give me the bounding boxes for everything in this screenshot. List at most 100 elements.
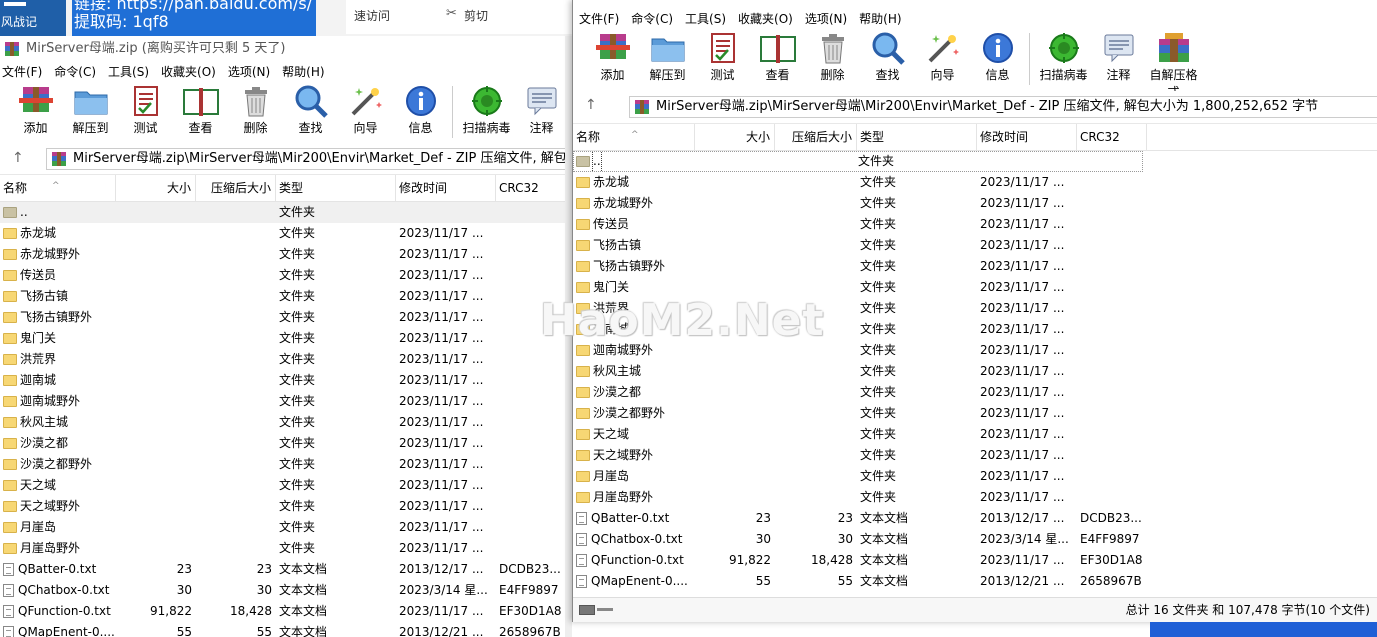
folder-row[interactable]: 月崖岛野外 文件夹 2023/11/17 ... bbox=[0, 538, 572, 559]
folder-row[interactable]: 沙漠之都 文件夹 2023/11/17 ... bbox=[573, 382, 1377, 403]
menu-help[interactable]: 帮助(H) bbox=[280, 62, 330, 82]
toolbar-test-button[interactable]: 测试 bbox=[695, 29, 750, 83]
folder-row[interactable]: 沙漠之都 文件夹 2023/11/17 ... bbox=[0, 433, 572, 454]
cell-modified: 2023/11/17 ... bbox=[399, 352, 484, 366]
cell-modified: 2023/11/17 ... bbox=[980, 238, 1065, 252]
menu-tools[interactable]: 工具(S) bbox=[683, 9, 732, 29]
folder-row[interactable]: .. 文件夹 bbox=[573, 151, 1143, 172]
file-row[interactable]: QMapEnent-0.... 55 55 文本文档 2013/12/21 ... 265… bbox=[0, 622, 572, 637]
toolbar-scan-button[interactable]: 扫描病毒 bbox=[1036, 29, 1091, 83]
folder-row[interactable]: 传送员 文件夹 2023/11/17 ... bbox=[573, 214, 1377, 235]
folder-row[interactable]: 月崖岛 文件夹 2023/11/17 ... bbox=[573, 466, 1377, 487]
toolbar-find-button[interactable]: 查找 bbox=[283, 82, 338, 136]
folder-row[interactable]: 沙漠之都野外 文件夹 2023/11/17 ... bbox=[573, 403, 1377, 424]
folder-row[interactable]: 赤龙城野外 文件夹 2023/11/17 ... bbox=[573, 193, 1377, 214]
col-modified[interactable]: 修改时间 bbox=[977, 124, 1077, 150]
folder-row[interactable]: 飞扬古镇 文件夹 2023/11/17 ... bbox=[573, 235, 1377, 256]
menu-command[interactable]: 命令(C) bbox=[629, 9, 679, 29]
file-row[interactable]: QChatbox-0.txt 30 30 文本文档 2023/3/14 星... E4FF… bbox=[0, 580, 572, 601]
menu-favorites[interactable]: 收藏夹(O) bbox=[159, 62, 222, 82]
folder-row[interactable]: 秋风主城 文件夹 2023/11/17 ... bbox=[0, 412, 572, 433]
toolbar-view-button[interactable]: 查看 bbox=[750, 29, 805, 83]
menu-file[interactable]: 文件(F) bbox=[577, 9, 625, 29]
cell-name-label: QBatter-0.txt bbox=[591, 511, 670, 525]
menu-file[interactable]: 文件(F) bbox=[0, 62, 48, 82]
toolbar-delete-button[interactable]: 删除 bbox=[805, 29, 860, 83]
folder-row[interactable]: 月崖岛 文件夹 2023/11/17 ... bbox=[0, 517, 572, 538]
folder-row[interactable]: 洪荒界 文件夹 2023/11/17 ... bbox=[0, 349, 572, 370]
folder-row[interactable]: 传送员 文件夹 2023/11/17 ... bbox=[0, 265, 572, 286]
toolbar-add-button[interactable]: 添加 bbox=[8, 82, 63, 136]
folder-row[interactable]: 天之域 文件夹 2023/11/17 ... bbox=[0, 475, 572, 496]
file-row[interactable]: QFunction-0.txt 91,822 18,428 文本文档 2023/11/1… bbox=[573, 550, 1377, 571]
menu-command[interactable]: 命令(C) bbox=[52, 62, 102, 82]
folder-row[interactable]: 飞扬古镇野外 文件夹 2023/11/17 ... bbox=[573, 256, 1377, 277]
col-type[interactable]: 类型 bbox=[857, 124, 977, 150]
toolbar-test-button[interactable]: 测试 bbox=[118, 82, 173, 136]
toolbar-test-label: 测试 bbox=[710, 68, 735, 82]
left-titlebar[interactable]: MirServer母端.zip (离购买许可只剩 5 天了) bbox=[0, 36, 572, 62]
folder-row[interactable]: 赤龙城 文件夹 2023/11/17 ... bbox=[0, 223, 572, 244]
toolbar-view-label: 查看 bbox=[188, 121, 213, 135]
cell-name-label: 传送员 bbox=[20, 268, 57, 282]
menu-favorites[interactable]: 收藏夹(O) bbox=[736, 9, 799, 29]
folder-row[interactable]: 天之域野外 文件夹 2023/11/17 ... bbox=[0, 496, 572, 517]
toolbar-comment-button[interactable]: 注释 bbox=[514, 82, 569, 136]
desktop-shortcut[interactable]: 风战记 bbox=[0, 0, 66, 36]
col-size[interactable]: 大小 bbox=[116, 175, 196, 201]
menu-options[interactable]: 选项(N) bbox=[803, 9, 853, 29]
left-address-field[interactable]: MirServer母端.zip\MirServer母端\Mir200\Envir… bbox=[46, 148, 572, 170]
folder-row[interactable]: 天之域野外 文件夹 2023/11/17 ... bbox=[573, 445, 1377, 466]
toolbar-extract-button[interactable]: 解压到 bbox=[640, 29, 695, 83]
sfx-icon bbox=[1155, 31, 1193, 65]
folder-row[interactable]: 飞扬古镇 文件夹 2023/11/17 ... bbox=[0, 286, 572, 307]
toolbar-wizard-button[interactable]: 向导 bbox=[915, 29, 970, 83]
folder-row[interactable]: 赤龙城 文件夹 2023/11/17 ... bbox=[573, 172, 1377, 193]
folder-row[interactable]: 沙漠之都野外 文件夹 2023/11/17 ... bbox=[0, 454, 572, 475]
col-type[interactable]: 类型 bbox=[276, 175, 396, 201]
up-arrow-icon[interactable]: ↑ bbox=[12, 150, 24, 166]
folder-row[interactable]: 月崖岛野外 文件夹 2023/11/17 ... bbox=[573, 487, 1377, 508]
right-address-field[interactable]: MirServer母端.zip\MirServer母端\Mir200\Envir… bbox=[629, 96, 1377, 118]
cell-name-label: 传送员 bbox=[593, 217, 630, 231]
file-row[interactable]: QFunction-0.txt 91,822 18,428 文本文档 2023/11/1… bbox=[0, 601, 572, 622]
toolbar-delete-button[interactable]: 删除 bbox=[228, 82, 283, 136]
col-size[interactable]: 大小 bbox=[695, 124, 775, 150]
folder-row[interactable]: 飞扬古镇野外 文件夹 2023/11/17 ... bbox=[0, 307, 572, 328]
menu-options[interactable]: 选项(N) bbox=[226, 62, 276, 82]
file-row[interactable]: QChatbox-0.txt 30 30 文本文档 2023/3/14 星... E4FF… bbox=[573, 529, 1377, 550]
toolbar-sfx-button[interactable]: 自解压格式 bbox=[1146, 29, 1201, 100]
folder-row[interactable]: 秋风主城 文件夹 2023/11/17 ... bbox=[573, 361, 1377, 382]
col-crc[interactable]: CRC32 bbox=[1077, 124, 1147, 150]
file-row[interactable]: QMapEnent-0.... 55 55 文本文档 2013/12/21 ... 265… bbox=[573, 571, 1377, 592]
folder-row[interactable]: 迦南城野外 文件夹 2023/11/17 ... bbox=[0, 391, 572, 412]
toolbar-info-button[interactable]: 信息 bbox=[970, 29, 1025, 83]
menu-tools[interactable]: 工具(S) bbox=[106, 62, 155, 82]
col-modified[interactable]: 修改时间 bbox=[396, 175, 496, 201]
toolbar-find-button[interactable]: 查找 bbox=[860, 29, 915, 83]
col-packed[interactable]: 压缩后大小 bbox=[196, 175, 276, 201]
folder-row[interactable]: 赤龙城野外 文件夹 2023/11/17 ... bbox=[0, 244, 572, 265]
file-row[interactable]: QBatter-0.txt 23 23 文本文档 2013/12/17 ... DCDB2… bbox=[0, 559, 572, 580]
toolbar-wizard-button[interactable]: 向导 bbox=[338, 82, 393, 136]
toolbar-extract-button[interactable]: 解压到 bbox=[63, 82, 118, 136]
folder-row[interactable]: .. 文件夹 bbox=[0, 202, 572, 223]
folder-row[interactable]: 迦南城 文件夹 2023/11/17 ... bbox=[0, 370, 572, 391]
cell-modified: 2023/11/17 ... bbox=[399, 373, 484, 387]
toolbar-view-button[interactable]: 查看 bbox=[173, 82, 228, 136]
up-arrow-icon[interactable]: ↑ bbox=[585, 97, 597, 113]
toolbar-comment-button[interactable]: 注释 bbox=[1091, 29, 1146, 83]
file-row[interactable]: QBatter-0.txt 23 23 文本文档 2013/12/17 ... DCDB2… bbox=[573, 508, 1377, 529]
menu-help[interactable]: 帮助(H) bbox=[857, 9, 907, 29]
toolbar-add-button[interactable]: 添加 bbox=[585, 29, 640, 83]
col-crc[interactable]: CRC32 bbox=[496, 175, 572, 201]
explorer-quick-access[interactable]: 速访问 bbox=[354, 7, 390, 24]
cell-modified: 2013/12/17 ... bbox=[399, 562, 484, 576]
toolbar-info-button[interactable]: 信息 bbox=[393, 82, 448, 136]
folder-row[interactable]: 天之域 文件夹 2023/11/17 ... bbox=[573, 424, 1377, 445]
explorer-cut[interactable]: 剪切 bbox=[464, 7, 488, 24]
folder-row[interactable]: 鬼门关 文件夹 2023/11/17 ... bbox=[0, 328, 572, 349]
toolbar-scan-button[interactable]: 扫描病毒 bbox=[459, 82, 514, 136]
col-packed[interactable]: 压缩后大小 bbox=[775, 124, 857, 150]
cell-name: 飞扬古镇野外 bbox=[573, 256, 695, 277]
